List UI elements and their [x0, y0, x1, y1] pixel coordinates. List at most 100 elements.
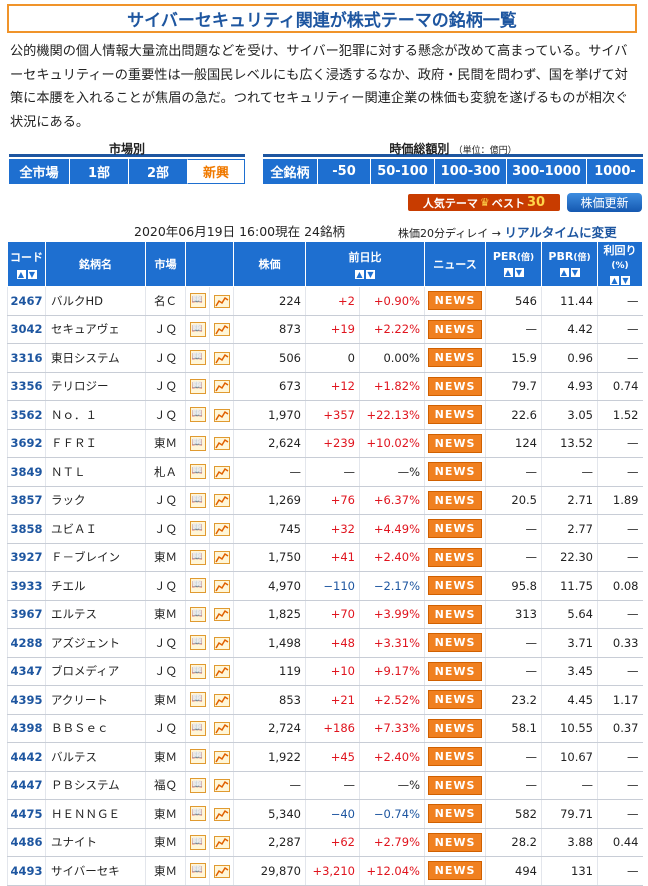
stock-code-link[interactable]: 2467 [7, 286, 46, 316]
book-icon[interactable]: 📖 [185, 799, 210, 829]
book-icon[interactable]: 📖 [185, 828, 210, 857]
chart-icon[interactable] [209, 543, 234, 572]
stock-code-link[interactable]: 4288 [7, 628, 46, 658]
chart-icon[interactable] [209, 372, 234, 401]
stock-code-link[interactable]: 3692 [7, 429, 46, 458]
chart-icon[interactable] [209, 856, 234, 886]
chart-icon[interactable] [209, 828, 234, 857]
book-icon[interactable]: 📖 [185, 571, 210, 601]
stock-code-link[interactable]: 4475 [7, 799, 46, 829]
news-button[interactable]: NEWS [428, 861, 482, 881]
sort-asc-icon[interactable]: ▲ [355, 269, 364, 279]
news-button[interactable]: NEWS [428, 547, 482, 567]
update-price-button[interactable]: 株価更新 [567, 193, 642, 212]
news-button[interactable]: NEWS [428, 348, 482, 368]
stock-code-link[interactable]: 3857 [7, 486, 46, 515]
sort-desc-icon[interactable]: ▼ [621, 276, 630, 285]
stock-code-link[interactable]: 4395 [7, 685, 46, 715]
news-button[interactable]: NEWS [428, 433, 482, 453]
book-icon[interactable]: 📖 [185, 771, 210, 800]
market-1st-tab[interactable]: 1部 [69, 159, 128, 184]
cap-100-300-tab[interactable]: 100-300 [434, 159, 506, 184]
chart-icon[interactable] [209, 315, 234, 344]
book-icon[interactable]: 📖 [185, 429, 210, 458]
chart-icon[interactable] [209, 628, 234, 658]
sort-desc-icon[interactable]: ▼ [570, 268, 580, 277]
book-icon[interactable]: 📖 [185, 400, 210, 430]
stock-code-link[interactable]: 3042 [7, 315, 46, 344]
sort-asc-icon[interactable]: ▲ [16, 269, 26, 279]
cap-over1000-tab[interactable]: 1000- [586, 159, 643, 184]
realtime-link[interactable]: リアルタイムに変更 [504, 225, 616, 240]
news-button[interactable]: NEWS [428, 405, 482, 425]
news-button[interactable]: NEWS [428, 775, 482, 795]
stock-code-link[interactable]: 3562 [7, 400, 46, 430]
news-button[interactable]: NEWS [428, 490, 482, 510]
stock-code-link[interactable]: 3849 [7, 457, 46, 487]
stock-code-link[interactable]: 4398 [7, 714, 46, 743]
cap-300-1000-tab[interactable]: 300-1000 [506, 159, 586, 184]
sort-asc-icon[interactable]: ▲ [503, 268, 513, 277]
chart-icon[interactable] [209, 514, 234, 544]
news-button[interactable]: NEWS [428, 519, 482, 539]
sort-desc-icon[interactable]: ▼ [514, 268, 524, 277]
chart-icon[interactable] [209, 400, 234, 430]
news-button[interactable]: NEWS [428, 291, 482, 311]
news-button[interactable]: NEWS [428, 718, 482, 738]
chart-icon[interactable] [209, 486, 234, 515]
chart-icon[interactable] [209, 600, 234, 629]
news-button[interactable]: NEWS [428, 633, 482, 653]
chart-icon[interactable] [209, 714, 234, 743]
cap-all-tab[interactable]: 全銘柄 [263, 159, 317, 184]
book-icon[interactable]: 📖 [185, 457, 210, 487]
market-2nd-tab[interactable]: 2部 [128, 159, 187, 184]
book-icon[interactable]: 📖 [185, 543, 210, 572]
popular-theme-ranking-link[interactable]: 人気テーマ ♛ ベスト 30 [408, 194, 560, 211]
book-icon[interactable]: 📖 [185, 486, 210, 515]
stock-code-link[interactable]: 4493 [7, 856, 46, 886]
sort-desc-icon[interactable]: ▼ [366, 269, 375, 279]
chart-icon[interactable] [209, 429, 234, 458]
news-button[interactable]: NEWS [428, 462, 482, 482]
stock-code-link[interactable]: 4442 [7, 742, 46, 772]
stock-code-link[interactable]: 3967 [7, 600, 46, 629]
cap-50-100-tab[interactable]: 50-100 [370, 159, 434, 184]
book-icon[interactable]: 📖 [185, 714, 210, 743]
book-icon[interactable]: 📖 [185, 856, 210, 886]
market-all-tab[interactable]: 全市場 [9, 159, 69, 184]
chart-icon[interactable] [209, 286, 234, 316]
book-icon[interactable]: 📖 [185, 628, 210, 658]
news-button[interactable]: NEWS [428, 576, 482, 596]
stock-code-link[interactable]: 4486 [7, 828, 46, 857]
sort-asc-icon[interactable]: ▲ [559, 268, 569, 277]
news-button[interactable]: NEWS [428, 690, 482, 710]
book-icon[interactable]: 📖 [185, 514, 210, 544]
chart-icon[interactable] [209, 571, 234, 601]
stock-code-link[interactable]: 4447 [7, 771, 46, 800]
book-icon[interactable]: 📖 [185, 372, 210, 401]
cap-under50-tab[interactable]: -50 [317, 159, 370, 184]
book-icon[interactable]: 📖 [185, 685, 210, 715]
stock-code-link[interactable]: 3927 [7, 543, 46, 572]
sort-desc-icon[interactable]: ▼ [27, 269, 37, 279]
news-button[interactable]: NEWS [428, 376, 482, 396]
chart-icon[interactable] [209, 457, 234, 487]
stock-code-link[interactable]: 3356 [7, 372, 46, 401]
book-icon[interactable]: 📖 [185, 657, 210, 686]
chart-icon[interactable] [209, 742, 234, 772]
news-button[interactable]: NEWS [428, 604, 482, 624]
stock-code-link[interactable]: 3933 [7, 571, 46, 601]
book-icon[interactable]: 📖 [185, 742, 210, 772]
chart-icon[interactable] [209, 771, 234, 800]
stock-code-link[interactable]: 3316 [7, 343, 46, 373]
chart-icon[interactable] [209, 685, 234, 715]
stock-code-link[interactable]: 3858 [7, 514, 46, 544]
news-button[interactable]: NEWS [428, 319, 482, 339]
chart-icon[interactable] [209, 343, 234, 373]
news-button[interactable]: NEWS [428, 661, 482, 681]
book-icon[interactable]: 📖 [185, 315, 210, 344]
chart-icon[interactable] [209, 657, 234, 686]
book-icon[interactable]: 📖 [185, 286, 210, 316]
sort-asc-icon[interactable]: ▲ [610, 276, 619, 285]
chart-icon[interactable] [209, 799, 234, 829]
